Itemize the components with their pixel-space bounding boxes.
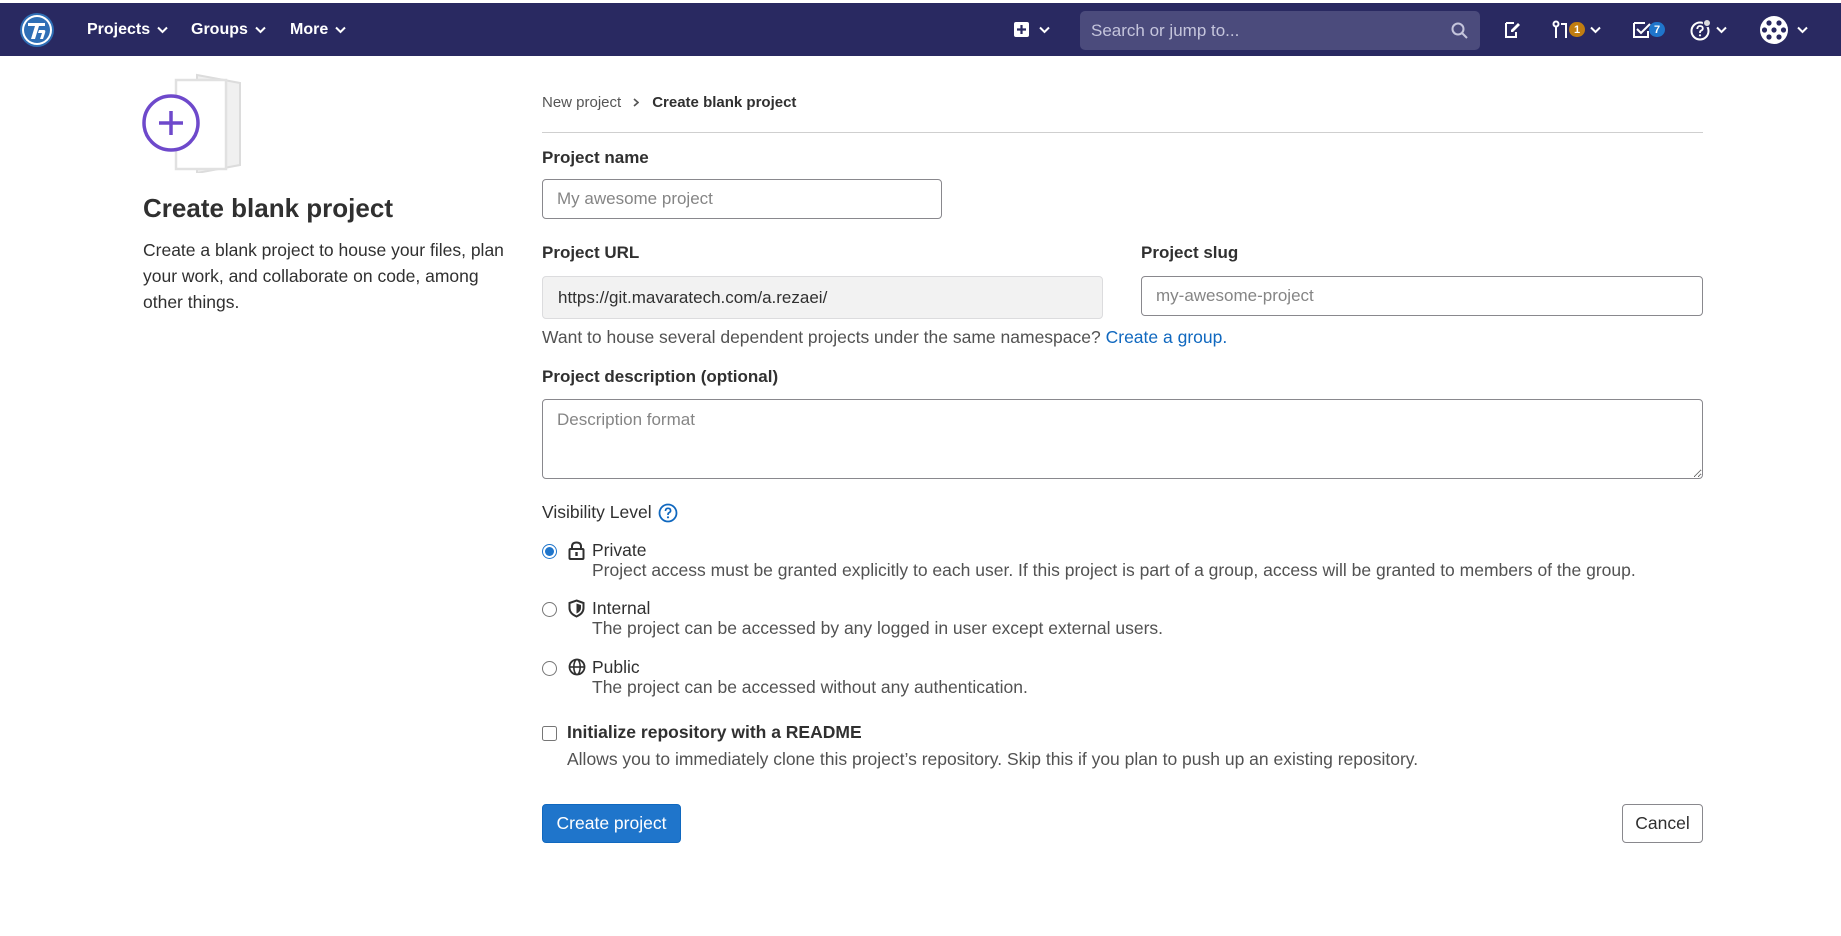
project-slug-input[interactable] (1141, 276, 1703, 316)
cancel-button[interactable]: Cancel (1622, 804, 1703, 843)
chevron-down-icon (255, 26, 266, 33)
help-question-icon (1690, 18, 1711, 40)
namespace-help-text: Want to house several dependent projects… (542, 327, 1227, 348)
user-menu[interactable] (1759, 3, 1808, 56)
breadcrumb-current: Create blank project (652, 94, 797, 111)
project-description-label: Project description (optional) (542, 367, 779, 386)
page-description: Create a blank project to house your fil… (143, 240, 504, 312)
project-url-label: Project URL (542, 243, 640, 262)
nav-groups-menu[interactable]: Groups (191, 3, 266, 56)
lock-icon (568, 541, 585, 560)
merge-request-icon (1552, 20, 1567, 38)
initialize-readme-label: Initialize repository with a README (567, 722, 862, 742)
nav-groups-label: Groups (191, 20, 248, 38)
visibility-internal-radio[interactable] (542, 602, 557, 617)
visibility-level-heading: Visibility Level (542, 502, 678, 523)
question-circle-icon[interactable] (658, 503, 678, 523)
chevron-down-icon (1797, 26, 1808, 33)
chevron-right-icon (633, 98, 640, 107)
namespace-help-label: Want to house several dependent projects… (542, 327, 1101, 347)
project-description-textarea[interactable] (542, 399, 1703, 479)
visibility-public-radio[interactable] (542, 661, 557, 676)
initialize-readme-description: Allows you to immediately clone this pro… (567, 749, 1419, 769)
help-menu[interactable] (1689, 3, 1727, 56)
nav-projects-menu[interactable]: Projects (87, 3, 168, 56)
nav-more-label: More (290, 20, 329, 38)
divider (542, 132, 1703, 133)
create-project-button[interactable]: Create project (542, 804, 681, 843)
visibility-public-label: Public (592, 657, 640, 677)
visibility-level-label: Visibility Level (542, 502, 652, 522)
search-input[interactable] (1080, 19, 1430, 42)
project-name-label: Project name (542, 148, 649, 167)
merge-requests-count-badge: 1 (1569, 22, 1585, 37)
search-box[interactable] (1080, 11, 1480, 50)
create-group-link[interactable]: Create a group. (1106, 327, 1228, 347)
visibility-private-description: Project access must be granted explicitl… (592, 560, 1636, 580)
breadcrumb: New project Create blank project (542, 94, 796, 111)
visibility-public-description: The project can be accessed without any … (592, 677, 1028, 697)
chevron-down-icon (1039, 26, 1050, 33)
top-navbar: Projects Groups More 1 7 (0, 3, 1841, 56)
visibility-private-label: Private (592, 540, 647, 560)
visibility-private-radio[interactable] (542, 544, 557, 559)
search-icon (1451, 22, 1468, 39)
globe-icon (568, 658, 586, 676)
todos-count-badge: 7 (1649, 22, 1665, 37)
nav-more-menu[interactable]: More (290, 3, 346, 56)
new-item-dropdown[interactable] (1013, 3, 1050, 56)
issues-button[interactable] (1503, 3, 1523, 56)
blank-project-illustration-icon (142, 73, 241, 173)
nav-projects-label: Projects (87, 20, 151, 38)
project-url-namespace[interactable]: https://git.mavaratech.com/a.rezaei/ (542, 276, 1103, 319)
avatar (1760, 15, 1788, 44)
chevron-down-icon (335, 26, 346, 33)
project-slug-label: Project slug (1141, 243, 1239, 262)
chevron-down-icon (1590, 26, 1601, 33)
visibility-internal-label: Internal (592, 598, 651, 618)
tanuki-logo-icon[interactable] (19, 12, 55, 48)
chevron-down-icon (157, 26, 168, 33)
project-name-input[interactable] (542, 179, 942, 219)
page-title: Create blank project (143, 193, 393, 223)
plus-square-icon (1014, 22, 1029, 37)
issues-edit-icon (1505, 21, 1520, 38)
project-url-value: https://git.mavaratech.com/a.rezaei/ (558, 287, 828, 307)
initialize-readme-checkbox[interactable] (542, 726, 557, 741)
shield-icon (568, 599, 585, 618)
chevron-down-icon (1716, 26, 1727, 33)
breadcrumb-new-project-link[interactable]: New project (542, 94, 621, 111)
visibility-internal-description: The project can be accessed by any logge… (592, 618, 1164, 638)
